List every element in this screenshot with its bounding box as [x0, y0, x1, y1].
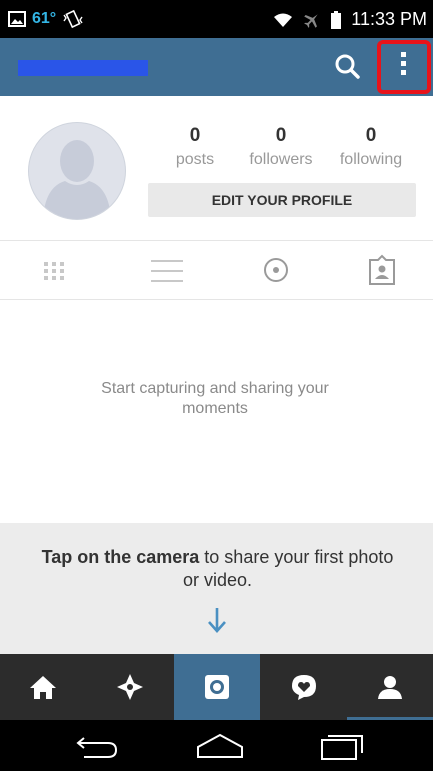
- overflow-menu-icon: [400, 52, 408, 79]
- bottom-navigation: [0, 654, 433, 720]
- camera-icon: [205, 675, 229, 699]
- search-icon[interactable]: [333, 52, 361, 80]
- battery-icon: [331, 10, 342, 29]
- posts-count: 0: [189, 125, 201, 146]
- more-options-button[interactable]: [377, 40, 431, 94]
- nav-camera[interactable]: [174, 654, 260, 720]
- following-label: following: [339, 151, 403, 168]
- wifi-icon: [274, 13, 293, 27]
- down-arrow-icon: [208, 608, 226, 633]
- profile-icon: [378, 676, 402, 699]
- profile-view-tabs: [0, 240, 433, 300]
- camera-hint-rest: to share your first photo or video.: [182, 547, 394, 590]
- grid-icon[interactable]: [37, 251, 77, 291]
- location-pin-icon[interactable]: [256, 251, 296, 291]
- activity-icon: [292, 675, 316, 700]
- vibrate-icon: [63, 9, 83, 29]
- nav-activity[interactable]: [261, 654, 347, 720]
- temperature-label: 61°: [32, 10, 57, 27]
- camera-hint-bold: Tap on the camera: [41, 547, 200, 567]
- home-button-icon[interactable]: [195, 731, 245, 761]
- edit-profile-button[interactable]: EDIT YOUR PROFILE: [148, 183, 416, 217]
- following-stat[interactable]: 0 following: [326, 125, 416, 169]
- username-redacted: [18, 60, 148, 76]
- default-avatar-icon: [43, 140, 111, 219]
- system-navigation-bar: [0, 720, 433, 771]
- nav-home[interactable]: [0, 654, 86, 720]
- profile-stats: 0 posts 0 followers 0 following: [150, 125, 420, 175]
- empty-posts-message: Start capturing and sharing your moments: [101, 380, 329, 417]
- followers-count: 0: [275, 125, 287, 146]
- posts-stat[interactable]: 0 posts: [150, 125, 240, 169]
- nav-explore[interactable]: [87, 654, 173, 720]
- tagged-person-icon[interactable]: [362, 251, 402, 291]
- explore-icon: [117, 674, 143, 700]
- action-bar: [0, 38, 433, 96]
- nav-profile[interactable]: [347, 654, 433, 720]
- gallery-notification-icon: [8, 11, 26, 27]
- following-count: 0: [365, 125, 377, 146]
- recent-apps-icon[interactable]: [318, 731, 368, 761]
- home-icon: [30, 676, 56, 699]
- back-icon[interactable]: [70, 731, 120, 761]
- instagram-profile-screen: 61° 11:33 PM 0 posts 0 followers 0 follo…: [0, 0, 433, 771]
- clock: 11:33 PM: [351, 9, 427, 29]
- list-icon[interactable]: [147, 251, 187, 291]
- followers-stat[interactable]: 0 followers: [236, 125, 326, 169]
- avatar[interactable]: [28, 122, 126, 220]
- status-bar: 61° 11:33 PM: [0, 0, 433, 38]
- camera-hint-text: Tap on the camera to share your first ph…: [40, 546, 395, 592]
- airplane-mode-icon: [304, 13, 318, 28]
- followers-label: followers: [249, 151, 313, 168]
- posts-label: posts: [175, 151, 215, 168]
